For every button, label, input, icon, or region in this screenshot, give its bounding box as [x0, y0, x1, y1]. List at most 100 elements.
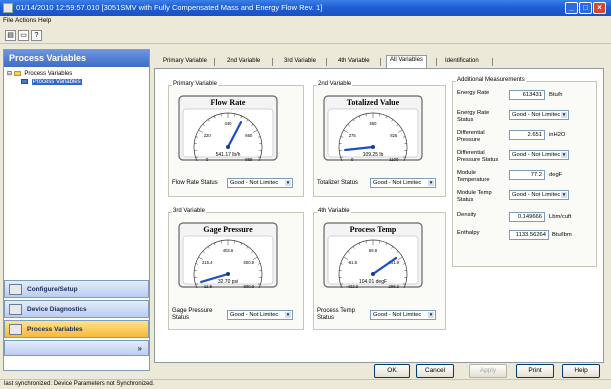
gauge-tick-label: 216.4 [202, 260, 213, 265]
gauge-hub [226, 272, 230, 276]
tab-3rd-variable[interactable]: 3rd Variable [281, 57, 319, 65]
select-value: Good - Not Limitec [512, 152, 561, 158]
group-4th-variable: 4th Variable Process Temp -422.2 -61.8 59.8… [313, 208, 446, 330]
close-icon[interactable]: × [593, 2, 606, 14]
chevron-down-icon: ▾ [428, 312, 434, 318]
module-temp-status-select[interactable]: Good - Not Limitec ▾ [509, 190, 569, 200]
gauge-tick-label: 220 [204, 133, 212, 138]
tree-item-root[interactable]: ⊟ Process Variables [7, 70, 82, 79]
print-preview-icon[interactable]: ▭ [18, 30, 29, 41]
enthalpy-row: Enthalpy 1133.56264 Btu/lbm [457, 230, 597, 244]
nav-label: Process Variables [27, 326, 83, 333]
gauge-readout: 32.70 psi [218, 279, 238, 285]
gauge-tick-label: 660 [245, 133, 253, 138]
energy-rate-field[interactable]: 613431 [509, 90, 545, 100]
measurement-label: Enthalpy [457, 230, 480, 236]
group-primary-variable: Primary Variable Flow Rate 0 220 440 660 880 5… [168, 81, 304, 197]
gauge-title: Flow Rate [211, 98, 246, 107]
chevron-down-icon: ▾ [285, 312, 291, 318]
left-pane-header: Process Variables [4, 50, 149, 67]
gauge-tick-label: 275 [349, 133, 357, 138]
collapse-icon[interactable]: ⊟ [7, 71, 12, 77]
gauge-tick-label: 800.8 [244, 284, 255, 288]
maximize-icon[interactable]: □ [579, 2, 592, 14]
gauge-tick-label: 880 [245, 157, 253, 161]
group-title: 4th Variable [317, 208, 351, 214]
unit-label: Lbm/cuft [549, 214, 572, 220]
group-3rd-variable: 3rd Variable Gage Pressure -12.9 216.4 403.… [168, 208, 304, 330]
unit-label: Btu/lbm [552, 232, 572, 238]
nav-more-button[interactable]: » [4, 340, 149, 356]
gage-pressure-gauge: Gage Pressure -12.9 216.4 403.6 600.8 800.8 32… [178, 222, 278, 288]
select-value: Good - Not Limitec [373, 180, 422, 186]
process-temp-status-select[interactable]: Good - Not Limitec ▾ [370, 310, 436, 320]
window-titlebar[interactable]: 01/14/2010 12:59:57.010 [3051SMV with Fu… [0, 0, 611, 16]
module-temp-status-row: Module Temp Status Good - Not Limitec ▾ [457, 190, 597, 204]
select-value: Good - Not Limitec [512, 192, 561, 198]
measurement-label: Density [457, 212, 477, 218]
tree-item-label: Process Variables [24, 71, 73, 77]
select-value: Good - Not Limitec [512, 112, 561, 118]
nav-process-variables[interactable]: Process Variables [4, 320, 149, 338]
all-variables-panel: Primary Variable Flow Rate 0 220 440 660 880 5… [154, 68, 604, 363]
menu-file[interactable]: File [3, 17, 13, 24]
tree-item-child[interactable]: Process Variables [7, 79, 82, 88]
nav-configure-setup[interactable]: Configure/Setup [4, 280, 149, 298]
folder-icon [13, 70, 21, 76]
status-label: Flow Rate Status [172, 180, 218, 186]
chevron-down-icon: ▾ [428, 180, 434, 186]
differential-pressure-status-select[interactable]: Good - Not Limitec ▾ [509, 150, 569, 160]
cancel-button[interactable]: Cancel [416, 364, 454, 378]
status-bar: last synchronized: Device Parameters not… [0, 379, 611, 389]
gauge-readout: 541.17 lb/h [216, 152, 241, 158]
gauge-title: Gage Pressure [203, 225, 253, 234]
tab-4th-variable[interactable]: 4th Variable [335, 57, 373, 65]
gage-pressure-status-select[interactable]: Good - Not Limitec ▾ [227, 310, 293, 320]
group-title: Primary Variable [172, 81, 218, 87]
chevron-down-icon: ▾ [561, 152, 567, 158]
minimize-icon[interactable]: _ [565, 2, 578, 14]
energy-rate-status-select[interactable]: Good - Not Limitec ▾ [509, 110, 569, 120]
help-button[interactable]: Help [562, 364, 600, 378]
group-2nd-variable: 2nd Variable Totalized Value 0 275 550 825 11… [313, 81, 446, 197]
module-temperature-field[interactable]: 77.2 [509, 170, 545, 180]
energy-rate-row: Energy Rate 613431 Btu/h [457, 90, 597, 104]
gauge-hub [371, 145, 375, 149]
ok-button[interactable]: OK [374, 364, 410, 378]
print-button[interactable]: Print [516, 364, 554, 378]
group-title: Additional Measurements [456, 77, 526, 83]
gauge-title: Totalized Value [347, 98, 400, 107]
nav-device-diagnostics[interactable]: Device Diagnostics [4, 300, 149, 318]
group-title: 3rd Variable [172, 208, 206, 214]
nav-buttons: Configure/Setup Device Diagnostics Proce… [4, 280, 149, 356]
gauge-title: Process Temp [350, 225, 397, 234]
menu-help[interactable]: Help [38, 17, 51, 24]
totalizer-status-select[interactable]: Good - Not Limitec ▾ [370, 178, 436, 188]
enthalpy-field[interactable]: 1133.56264 [509, 230, 549, 240]
unit-label: degF [549, 172, 563, 178]
differential-pressure-field[interactable]: 2.651 [509, 130, 545, 140]
menu-actions[interactable]: Actions [15, 17, 36, 24]
tab-2nd-variable[interactable]: 2nd Variable [224, 57, 263, 65]
tab-primary-variable[interactable]: Primary Variable [160, 57, 210, 65]
window-title: 01/14/2010 12:59:57.010 [3051SMV with Fu… [16, 3, 323, 12]
toolbar: ▤ ▭ ? [0, 27, 611, 44]
status-label: Totalizer Status [317, 180, 359, 186]
whats-this-help-icon[interactable]: ? [31, 30, 42, 41]
gauge-hub [371, 272, 375, 276]
tab-identification[interactable]: Identification [442, 57, 482, 65]
gauge-tick-label: 298.2 [389, 284, 400, 288]
flow-rate-status-select[interactable]: Good - Not Limitec ▾ [227, 178, 293, 188]
print-icon[interactable]: ▤ [5, 30, 16, 41]
apply-button[interactable]: Apply [469, 364, 507, 378]
tree-item-label: Process Variables [31, 79, 82, 86]
density-field[interactable]: 0.149666 [509, 212, 545, 222]
tab-all-variables[interactable]: All Variables [386, 55, 427, 69]
chevron-down-icon: ▾ [285, 180, 291, 186]
status-text: last synchronized: Device Parameters not… [4, 381, 155, 387]
density-row: Density 0.149666 Lbm/cuft [457, 212, 597, 226]
navigation-tree: ⊟ Process Variables Process Variables [7, 70, 82, 88]
measurement-label: Energy Rate Status [457, 110, 490, 123]
gauge-tick-label: 59.8 [369, 248, 378, 253]
differential-pressure-status-row: Differential Pressure Status Good - Not … [457, 150, 597, 164]
